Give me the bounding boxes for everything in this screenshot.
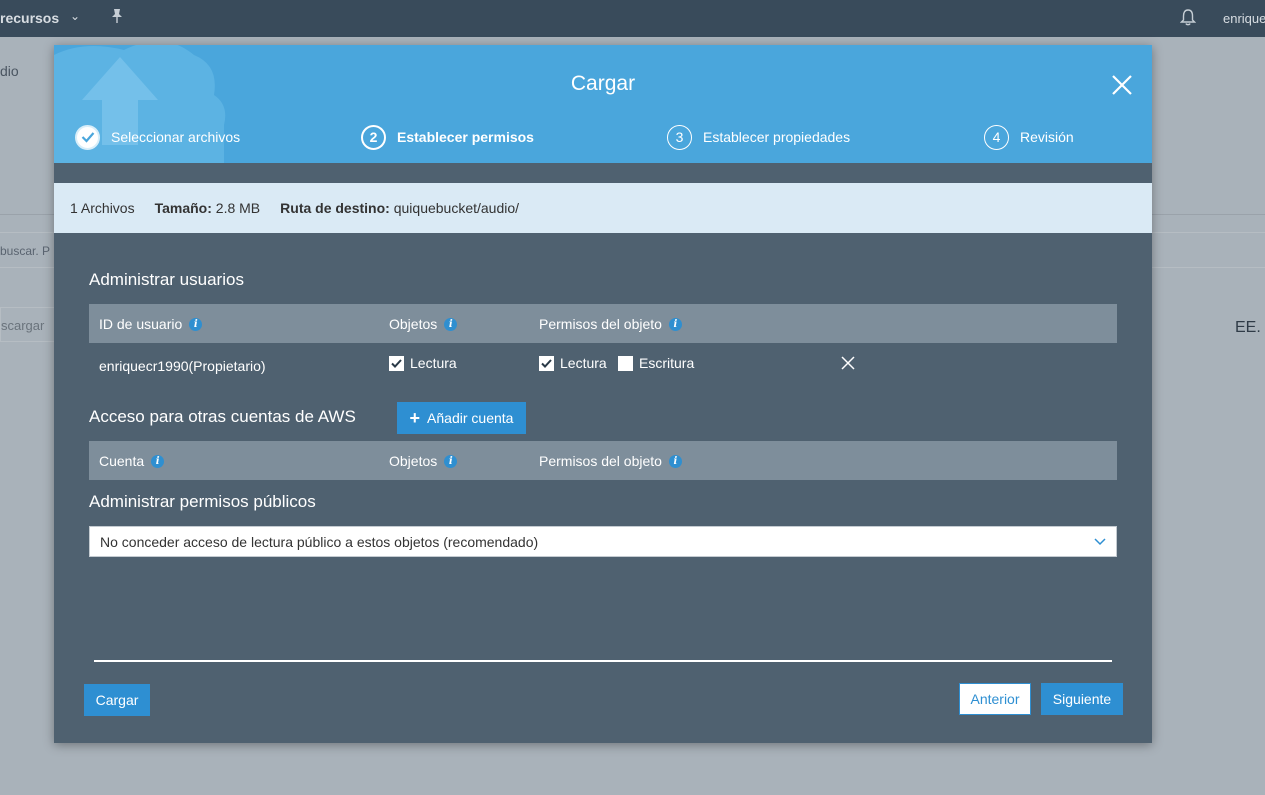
- destination-path: Ruta de destino: quiquebucket/audio/: [280, 200, 519, 216]
- checkbox-label: Lectura: [560, 355, 607, 371]
- info-icon[interactable]: i: [189, 317, 203, 331]
- checkbox-checked-icon[interactable]: [389, 355, 404, 371]
- modal-header: Cargar Seleccionar archivos 2 Establecer…: [54, 45, 1152, 163]
- column-label: Cuenta: [99, 453, 145, 469]
- destination-value: quiquebucket/audio/: [393, 200, 520, 216]
- step-label: Seleccionar archivos: [111, 129, 241, 145]
- column-label: ID de usuario: [99, 316, 183, 332]
- add-account-label: Añadir cuenta: [427, 410, 514, 426]
- column-label: Objetos: [389, 316, 438, 332]
- info-icon[interactable]: i: [668, 454, 682, 468]
- checkbox-label: Escritura: [639, 355, 695, 371]
- step-number: 3: [667, 124, 692, 150]
- size-label: Tamaño:: [154, 200, 212, 216]
- column-label: Permisos del objeto: [539, 453, 662, 469]
- breadcrumb-fragment: dio: [0, 63, 19, 79]
- size-value: 2.8 MB: [215, 200, 261, 216]
- divider: [94, 660, 1112, 662]
- checkbox-unchecked-icon[interactable]: [618, 355, 633, 371]
- region-label: EE.: [1235, 319, 1261, 336]
- modal-title: Cargar: [570, 72, 636, 95]
- info-icon[interactable]: i: [444, 454, 458, 468]
- step-label: Establecer permisos: [397, 129, 534, 145]
- column-objects: Objetos i: [389, 453, 458, 469]
- select-value: No conceder acceso de lectura público a …: [100, 533, 539, 550]
- step-set-permissions[interactable]: 2 Establecer permisos: [361, 124, 534, 150]
- checkbox-checked-icon[interactable]: [539, 355, 554, 371]
- info-icon[interactable]: i: [151, 454, 165, 468]
- step-label: Revisión: [1020, 129, 1074, 145]
- column-account: Cuenta i: [99, 453, 165, 469]
- upload-summary: 1 Archivos Tamaño: 2.8 MB Ruta de destin…: [54, 183, 1152, 233]
- user-menu[interactable]: enrique: [1223, 11, 1265, 26]
- step-review[interactable]: 4 Revisión: [984, 124, 1074, 150]
- column-label: Objetos: [389, 453, 438, 469]
- public-permissions-select[interactable]: No conceder acceso de lectura público a …: [89, 526, 1117, 557]
- manage-users-title: Administrar usuarios: [89, 270, 244, 289]
- public-permissions-title: Administrar permisos públicos: [89, 492, 316, 511]
- upload-modal: Cargar Seleccionar archivos 2 Establecer…: [54, 45, 1152, 743]
- check-icon: [75, 124, 100, 150]
- users-table-header: ID de usuario i Objetos i Permisos del obj…: [89, 304, 1117, 343]
- download-label: scargar: [1, 318, 45, 333]
- permission-write-checkbox[interactable]: Escritura: [618, 355, 694, 371]
- step-number: 2: [361, 124, 386, 150]
- pin-icon[interactable]: [110, 8, 124, 24]
- plus-icon: +: [409, 408, 421, 428]
- column-label: Permisos del objeto: [539, 316, 662, 332]
- table-row: enriquecr1990(Propietario) Lectura Lectu…: [89, 343, 1117, 387]
- destination-label: Ruta de destino:: [280, 200, 390, 216]
- step-set-properties[interactable]: 3 Establecer propiedades: [667, 124, 850, 150]
- step-select-files[interactable]: Seleccionar archivos: [75, 124, 240, 150]
- search-placeholder: buscar. P: [0, 244, 51, 258]
- close-icon[interactable]: [1111, 74, 1133, 96]
- step-number: 4: [984, 124, 1009, 150]
- file-count: 1 Archivos: [70, 200, 135, 216]
- column-user-id: ID de usuario i: [99, 316, 203, 332]
- step-label: Establecer propiedades: [703, 129, 851, 145]
- column-objects: Objetos i: [389, 316, 458, 332]
- column-object-permissions: Permisos del objeto i: [539, 453, 682, 469]
- resources-menu[interactable]: recursos: [0, 10, 59, 26]
- objects-read-checkbox[interactable]: Lectura: [389, 355, 457, 371]
- bell-icon[interactable]: [1180, 8, 1196, 26]
- upload-button[interactable]: Cargar: [84, 684, 150, 716]
- add-account-button[interactable]: + Añadir cuenta: [397, 402, 526, 434]
- chevron-down-icon: [1094, 538, 1106, 546]
- remove-icon[interactable]: [841, 356, 855, 370]
- checkbox-label: Lectura: [410, 355, 457, 371]
- permission-read-checkbox[interactable]: Lectura: [539, 355, 607, 371]
- next-button[interactable]: Siguiente: [1041, 683, 1123, 715]
- user-id-cell: enriquecr1990(Propietario): [99, 358, 266, 374]
- file-size: Tamaño: 2.8 MB: [155, 200, 261, 216]
- previous-button[interactable]: Anterior: [959, 683, 1031, 715]
- info-icon[interactable]: i: [444, 317, 458, 331]
- accounts-table-header: Cuenta i Objetos i Permisos del objeto i: [89, 441, 1117, 480]
- other-accounts-title: Acceso para otras cuentas de AWS: [89, 407, 356, 426]
- top-nav-bar: recursos ⌄ enrique: [0, 0, 1265, 37]
- download-button[interactable]: scargar: [0, 307, 60, 342]
- chevron-down-icon[interactable]: ⌄: [70, 9, 80, 23]
- info-icon[interactable]: i: [668, 317, 682, 331]
- column-object-permissions: Permisos del objeto i: [539, 316, 682, 332]
